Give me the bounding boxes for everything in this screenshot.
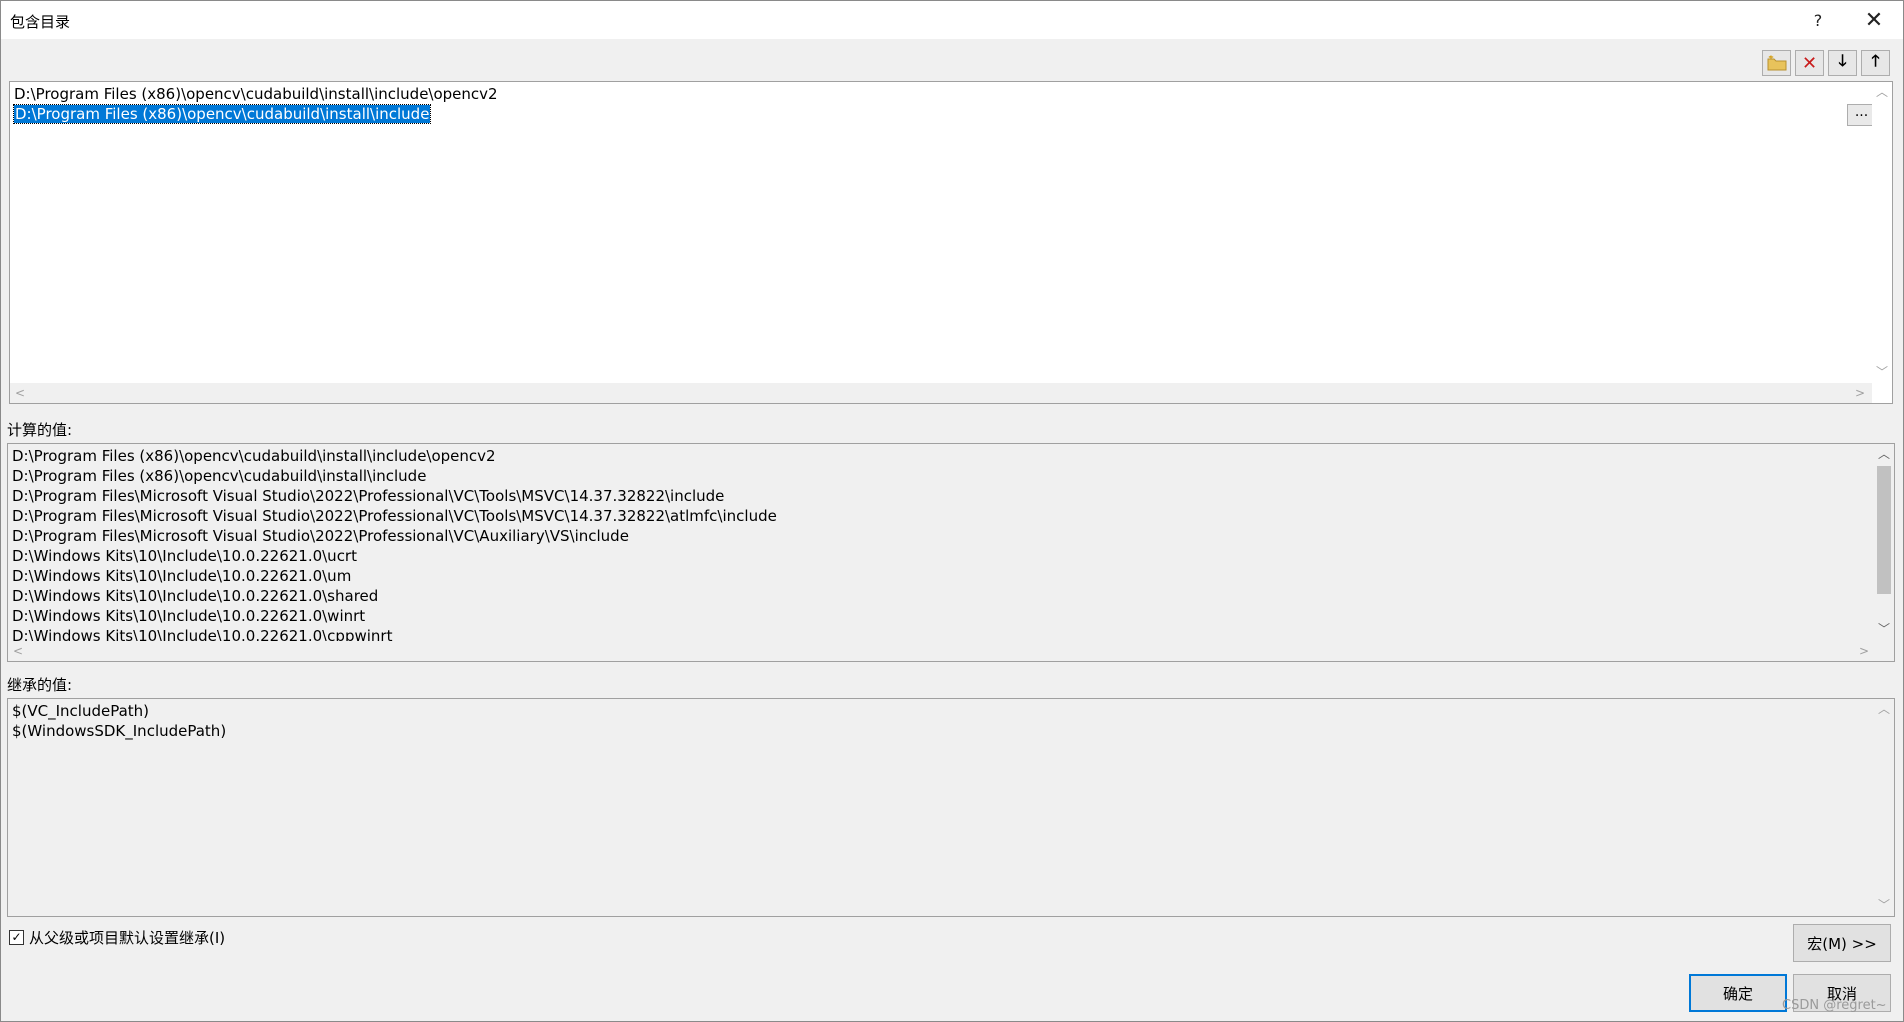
macros-button[interactable]: 宏(M) >> <box>1793 924 1891 962</box>
inherited-values-label: 继承的值: <box>7 676 73 694</box>
delete-line-button[interactable]: ✕ <box>1795 50 1824 76</box>
computed-line: D:\Program Files\Microsoft Visual Studio… <box>12 527 629 545</box>
help-icon: ? <box>1813 10 1823 30</box>
title-bar: 包含目录 ? ✕ <box>1 1 1903 39</box>
selected-text[interactable]: D:\Program Files (x86)\opencv\cudabuild\… <box>12 104 432 124</box>
move-up-button[interactable]: 🡑 <box>1861 50 1890 76</box>
dialog-window: 包含目录 ? ✕ ✕ 🡓 🡑 D:\Program Files (x86)\op… <box>0 0 1904 1022</box>
computed-values-list: D:\Program Files (x86)\opencv\cudabuild\… <box>7 443 1895 662</box>
computed-horizontal-scrollbar[interactable]: < > <box>8 641 1874 661</box>
inherited-line: $(WindowsSDK_IncludePath) <box>12 722 227 740</box>
edit-line-selected[interactable]: D:\Program Files (x86)\opencv\cudabuild\… <box>12 104 432 124</box>
computed-values-label: 计算的值: <box>7 421 73 439</box>
close-icon: ✕ <box>1864 7 1884 33</box>
scroll-left-icon[interactable]: < <box>10 383 30 403</box>
computed-line: D:\Windows Kits\10\Include\10.0.22621.0\… <box>12 567 352 585</box>
arrow-up-icon: 🡑 <box>1871 50 1880 70</box>
scroll-down-icon[interactable]: ﹀ <box>1872 362 1892 382</box>
watermark: CSDN @regret~ <box>1782 998 1887 1013</box>
edit-line[interactable]: D:\Program Files (x86)\opencv\cudabuild\… <box>14 84 498 104</box>
scroll-up-icon[interactable]: ︿ <box>1874 444 1894 464</box>
check-icon: ✓ <box>11 930 22 944</box>
scroll-up-icon[interactable]: ︿ <box>1872 82 1892 102</box>
edit-vertical-scrollbar[interactable]: ︿ ﹀ <box>1872 82 1892 403</box>
scroll-right-icon[interactable]: > <box>1854 641 1874 661</box>
computed-line: D:\Program Files (x86)\opencv\cudabuild\… <box>12 467 427 485</box>
folder-new-icon <box>1767 55 1786 71</box>
help-button[interactable]: ? <box>1795 3 1841 37</box>
computed-line: D:\Windows Kits\10\Include\10.0.22621.0\… <box>12 607 366 625</box>
computed-vertical-scrollbar[interactable]: ︿ ﹀ <box>1874 444 1894 641</box>
move-down-button[interactable]: 🡓 <box>1828 50 1857 76</box>
scroll-down-icon[interactable]: ﹀ <box>1874 619 1894 639</box>
computed-line: D:\Program Files\Microsoft Visual Studio… <box>12 487 725 505</box>
inherit-checkbox[interactable]: ✓ <box>9 930 24 945</box>
include-dirs-editor[interactable]: D:\Program Files (x86)\opencv\cudabuild\… <box>9 81 1893 404</box>
new-line-button[interactable] <box>1762 50 1791 76</box>
computed-line: D:\Program Files\Microsoft Visual Studio… <box>12 507 777 525</box>
scroll-up-icon[interactable]: ︿ <box>1874 699 1894 719</box>
computed-line: D:\Windows Kits\10\Include\10.0.22621.0\… <box>12 587 379 605</box>
dialog-title: 包含目录 <box>10 13 71 31</box>
edit-horizontal-scrollbar[interactable]: < > <box>10 383 1872 403</box>
delete-x-icon: ✕ <box>1801 52 1818 74</box>
inherit-checkbox-label[interactable]: 从父级或项目默认设置继承(I) <box>29 927 225 948</box>
computed-line: D:\Program Files (x86)\opencv\cudabuild\… <box>12 447 496 465</box>
close-button[interactable]: ✕ <box>1851 3 1897 37</box>
inherited-values-list: $(VC_IncludePath) $(WindowsSDK_IncludePa… <box>7 698 1895 917</box>
scroll-right-icon[interactable]: > <box>1850 383 1870 403</box>
scroll-down-icon[interactable]: ﹀ <box>1874 895 1894 915</box>
ok-button[interactable]: 确定 <box>1689 974 1787 1012</box>
inherited-line: $(VC_IncludePath) <box>12 702 150 720</box>
inherited-vertical-scrollbar[interactable]: ︿ ﹀ <box>1874 699 1894 916</box>
scroll-left-icon[interactable]: < <box>8 641 28 661</box>
computed-line: D:\Windows Kits\10\Include\10.0.22621.0\… <box>12 547 357 565</box>
scroll-thumb[interactable] <box>1877 466 1891 594</box>
arrow-down-icon: 🡓 <box>1838 50 1847 70</box>
